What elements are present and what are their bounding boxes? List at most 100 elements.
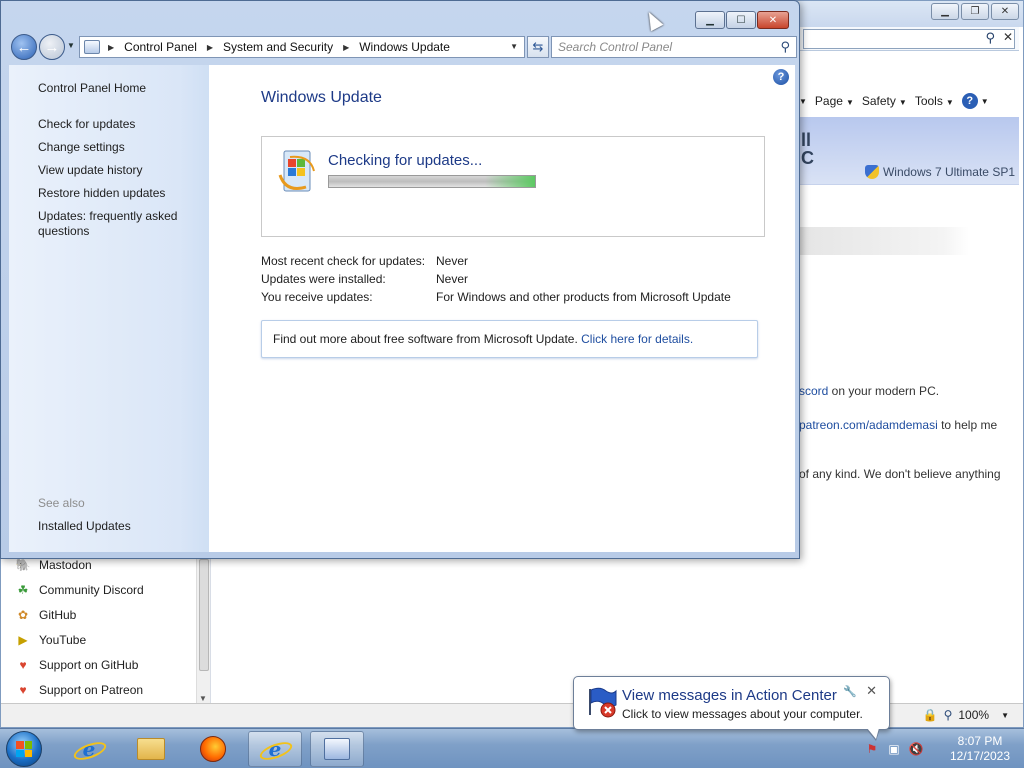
main-pane: ? Windows Update Checking for updates...: [209, 65, 795, 552]
chevron-right-icon[interactable]: ▶: [108, 43, 114, 52]
mastodon-icon: 🐘: [15, 558, 31, 572]
github-icon: ✿: [17, 608, 29, 622]
page-text-line-1: scord on your modern PC.: [799, 384, 940, 398]
chevron-right-icon[interactable]: ▶: [207, 43, 213, 52]
check-progress-bar: [328, 175, 536, 188]
address-dropdown-icon[interactable]: ▼: [510, 42, 518, 51]
page-banner: ll C Windows 7 Ultimate SP1: [799, 117, 1019, 185]
taskbar-explorer[interactable]: [124, 731, 178, 767]
control-panel-icon: [324, 738, 350, 760]
check-for-updates-link[interactable]: Check for updates: [38, 117, 135, 132]
installed-updates-link[interactable]: Installed Updates: [38, 519, 131, 534]
wrench-icon[interactable]: 🔧: [843, 685, 857, 698]
recent-pages-dropdown-icon[interactable]: ▼: [67, 41, 75, 50]
stop-icon[interactable]: ✕: [1003, 30, 1013, 44]
volume-muted-icon[interactable]: 🔇: [908, 741, 924, 757]
ie-address-bar[interactable]: ⚲ ✕: [799, 27, 1019, 51]
notification-area: ⚑ ▣ 🔇 8:07 PM 12/17/2023: [864, 729, 1016, 768]
balloon-message: Click to view messages about your comput…: [622, 707, 863, 721]
control-panel-home-link[interactable]: Control Panel Home: [38, 81, 146, 96]
cmd-arrow-icon[interactable]: ▼: [799, 97, 807, 106]
gray-bar: [799, 227, 969, 255]
ie-minimize-button[interactable]: ▁: [931, 3, 959, 20]
breadcrumb[interactable]: ▶ Control Panel ▶ System and Security ▶ …: [79, 36, 525, 58]
refresh-icon: ⇆: [532, 39, 544, 54]
windows-update-icon: [278, 150, 315, 192]
updates-faq-link[interactable]: Updates: frequently asked questions: [38, 209, 188, 239]
ie-close-button[interactable]: ✕: [991, 3, 1019, 20]
maximize-button[interactable]: ☐: [726, 11, 756, 29]
scroll-down-icon[interactable]: ▼: [199, 694, 207, 703]
windows-logo-icon: [16, 741, 32, 757]
balloon-title[interactable]: View messages in Action Center: [622, 687, 837, 704]
details-link[interactable]: Click here for details.: [581, 332, 693, 346]
help-icon: ?: [961, 93, 978, 109]
search-icon[interactable]: ⚲: [985, 30, 995, 46]
search-icon[interactable]: ⚲: [780, 39, 790, 55]
checking-status-text: Checking for updates...: [328, 152, 483, 169]
discord-link[interactable]: scord: [799, 384, 828, 398]
heart-icon: ♥: [19, 658, 27, 672]
action-center-balloon[interactable]: View messages in Action Center Click to …: [573, 676, 890, 741]
breadcrumb-windows-update[interactable]: Windows Update: [359, 40, 450, 54]
navigation-bar: ← → ▼ ▶ Control Panel ▶ System and Secur…: [9, 33, 797, 61]
help-icon[interactable]: ?: [773, 69, 789, 85]
balloon-tail-inner: [867, 728, 879, 739]
page-menu[interactable]: Page ▼: [815, 94, 854, 108]
page-text-line-2: patreon.com/adamdemasi to help me: [799, 418, 998, 432]
windows-update-window: ▁ ☐ ✕ ← → ▼ ▶ Control Panel ▶ System and…: [0, 0, 800, 559]
info-row-recent-check: Most recent check for updates: Never: [261, 254, 469, 268]
tools-menu[interactable]: Tools ▼: [915, 94, 954, 108]
change-settings-link[interactable]: Change settings: [38, 140, 125, 155]
ie-page-sidebar: 🐘 Mastodon ☘ Community Discord ✿ GitHub ▶ Yo…: [1, 557, 211, 705]
firefox-icon: [200, 736, 226, 762]
forward-arrow-icon: →: [44, 38, 60, 56]
view-update-history-link[interactable]: View update history: [38, 163, 143, 178]
ie-restore-button[interactable]: ❐: [961, 3, 989, 20]
sidebar-scrollbar[interactable]: ▼: [196, 557, 210, 705]
close-button[interactable]: ✕: [757, 11, 789, 29]
sidebar-item-github[interactable]: ✿ GitHub: [15, 605, 76, 625]
chevron-right-icon[interactable]: ▶: [343, 43, 349, 52]
edition-label: Windows 7 Ultimate SP1: [864, 165, 1015, 179]
patreon-link[interactable]: patreon.com/adamdemasi: [799, 418, 938, 432]
sidebar-item-support-github[interactable]: ♥ Support on GitHub: [15, 655, 138, 675]
sidebar-item-youtube[interactable]: ▶ YouTube: [15, 630, 86, 650]
breadcrumb-system-security[interactable]: System and Security: [223, 40, 333, 54]
refresh-button[interactable]: ⇆: [527, 36, 549, 58]
zoom-control[interactable]: 🔒 ⚲ 100% ▼: [923, 708, 1009, 722]
close-icon[interactable]: ✕: [866, 683, 877, 699]
zoom-icon: ⚲: [943, 708, 953, 722]
taskbar-firefox[interactable]: [186, 731, 240, 767]
see-also-heading: See also: [38, 496, 85, 510]
help-menu[interactable]: ? ▼: [961, 93, 989, 109]
youtube-icon: ▶: [18, 633, 28, 647]
info-row-receive: You receive updates: For Windows and othe…: [261, 290, 731, 304]
action-center-icon[interactable]: ⚑: [864, 741, 880, 757]
taskbar-ie-window[interactable]: e: [248, 731, 302, 767]
breadcrumb-control-panel[interactable]: Control Panel: [124, 40, 197, 54]
taskbar-ie-pinned[interactable]: e: [62, 731, 116, 767]
banner-title-fragment: ll C: [801, 130, 814, 168]
restore-hidden-updates-link[interactable]: Restore hidden updates: [38, 186, 165, 201]
search-input[interactable]: Search Control Panel ⚲: [551, 36, 797, 58]
page-text-line-3: of any kind. We don't believe anything: [799, 467, 1001, 481]
ie-command-bar: ▼ Page ▼ Safety ▼ Tools ▼ ? ▼: [799, 87, 1023, 115]
scrollbar-thumb[interactable]: [199, 559, 209, 671]
back-button[interactable]: ←: [11, 34, 37, 60]
network-icon[interactable]: ▣: [886, 741, 902, 757]
taskbar-control-panel[interactable]: [310, 731, 364, 767]
zoom-dropdown-icon[interactable]: ▼: [1001, 711, 1009, 720]
start-button[interactable]: [6, 731, 42, 767]
forward-button[interactable]: →: [39, 34, 65, 60]
safety-menu[interactable]: Safety ▼: [862, 94, 907, 108]
folder-icon: [137, 738, 165, 760]
sidebar-item-discord[interactable]: ☘ Community Discord: [15, 580, 144, 600]
discord-icon: ☘: [17, 583, 29, 597]
sidebar-item-support-patreon[interactable]: ♥ Support on Patreon: [15, 680, 143, 700]
heart-icon: ♥: [19, 683, 27, 697]
minimize-button[interactable]: ▁: [695, 11, 725, 29]
clock[interactable]: 8:07 PM 12/17/2023: [944, 734, 1016, 764]
protected-mode-icon: 🔒: [922, 708, 938, 722]
progress-glow: [485, 176, 535, 187]
